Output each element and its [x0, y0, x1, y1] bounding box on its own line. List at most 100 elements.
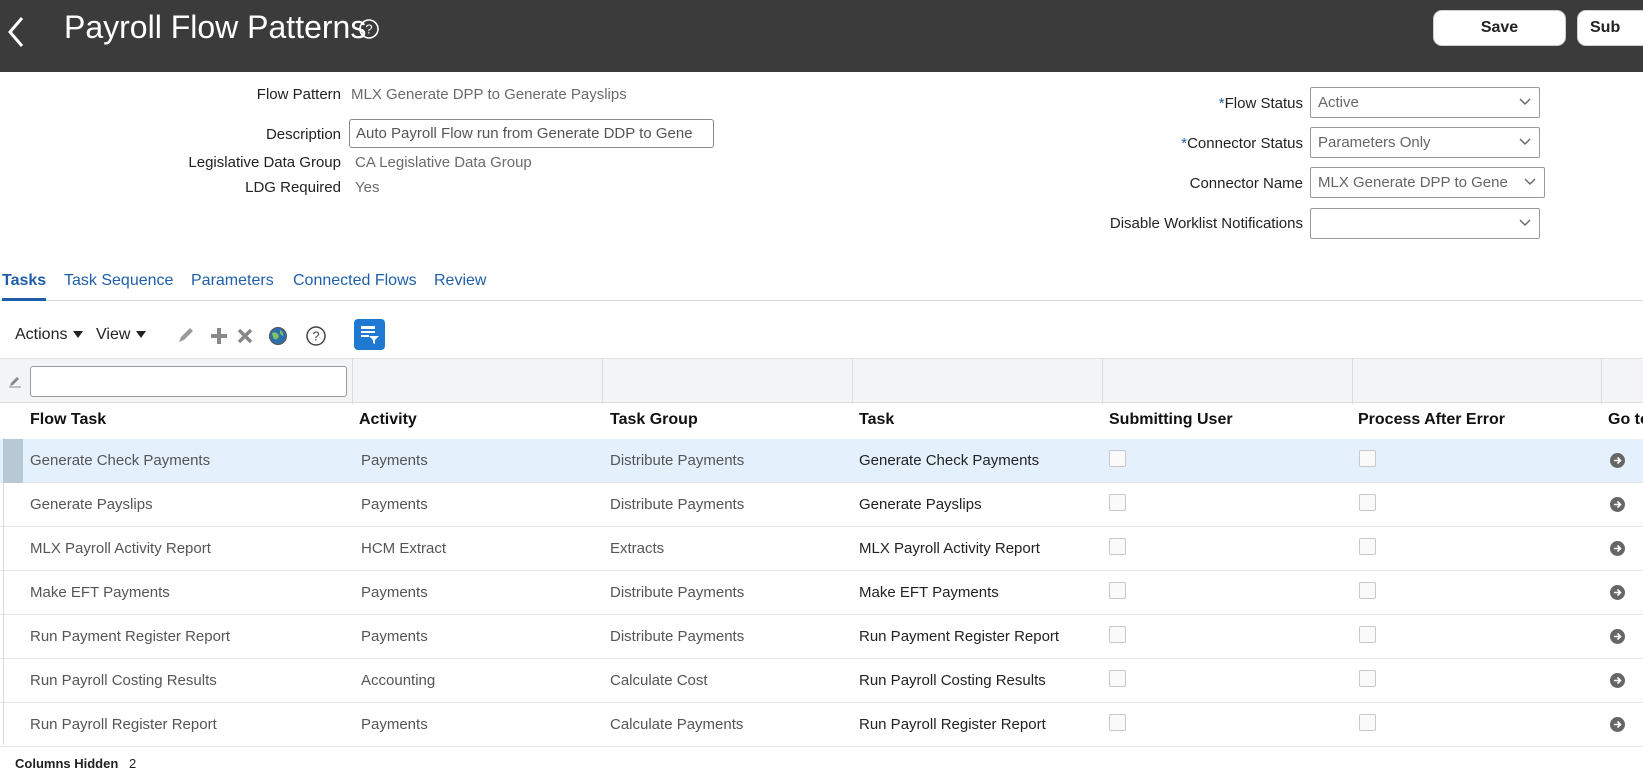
- save-button[interactable]: Save: [1433, 10, 1566, 46]
- activity-cell: Payments: [361, 452, 428, 469]
- flow-task-filter-input[interactable]: [30, 366, 347, 397]
- column-divider: [602, 359, 603, 404]
- process-after-error-checkbox[interactable]: [1359, 538, 1376, 555]
- connector-name-select[interactable]: MLX Generate DPP to Gene: [1310, 167, 1545, 198]
- submitting-user-checkbox[interactable]: [1109, 582, 1126, 599]
- column-header-task-group[interactable]: Task Group: [610, 411, 698, 429]
- column-divider: [1601, 359, 1602, 404]
- connector-status-label: *Connector Status: [1181, 135, 1303, 152]
- go-to-arrow-icon[interactable]: [1609, 716, 1626, 733]
- table-row[interactable]: Generate Check Payments Payments Distrib…: [0, 439, 1643, 483]
- flow-task-cell: Run Payment Register Report: [30, 628, 231, 645]
- chevron-down-icon: [1519, 138, 1531, 145]
- ldg-required-value: Yes: [355, 179, 380, 196]
- column-header-go-to[interactable]: Go to: [1608, 411, 1643, 429]
- tab-parameters[interactable]: Parameters: [191, 272, 274, 298]
- activity-cell: Payments: [361, 584, 428, 601]
- ldg-required-label: LDG Required: [245, 179, 341, 196]
- task-cell: Run Payment Register Report: [859, 628, 1060, 645]
- submitting-user-checkbox[interactable]: [1109, 494, 1126, 511]
- go-to-arrow-icon[interactable]: [1609, 496, 1626, 513]
- page-header: Payroll Flow Patterns ? Save Sub: [0, 0, 1643, 72]
- help-icon[interactable]: ?: [304, 324, 328, 348]
- flow-task-cell: Generate Payslips: [30, 496, 153, 513]
- chevron-down-icon: [1524, 178, 1536, 185]
- edit-icon[interactable]: [174, 324, 198, 348]
- task-cell: Run Payroll Register Report: [859, 716, 1046, 733]
- column-header-process-after-error[interactable]: Process After Error: [1358, 411, 1505, 429]
- tab-review[interactable]: Review: [434, 272, 486, 298]
- column-divider: [852, 359, 853, 404]
- task-cell: Run Payroll Costing Results: [859, 672, 1046, 689]
- tab-task-sequence[interactable]: Task Sequence: [64, 272, 173, 298]
- go-to-arrow-icon[interactable]: [1609, 452, 1626, 469]
- disable-worklist-select[interactable]: [1310, 208, 1540, 239]
- column-divider: [352, 359, 353, 404]
- process-after-error-checkbox[interactable]: [1359, 670, 1376, 687]
- back-arrow-icon[interactable]: [4, 10, 30, 54]
- submitting-user-checkbox[interactable]: [1109, 714, 1126, 731]
- globe-icon[interactable]: [266, 324, 290, 348]
- activity-cell: Accounting: [361, 672, 436, 689]
- svg-text:?: ?: [365, 22, 372, 37]
- task-group-cell: Calculate Payments: [610, 716, 744, 733]
- go-to-arrow-icon[interactable]: [1609, 628, 1626, 645]
- connector-status-select[interactable]: Parameters Only: [1310, 127, 1540, 158]
- delete-icon[interactable]: [233, 324, 257, 348]
- task-group-cell: Distribute Payments: [610, 452, 745, 469]
- submitting-user-checkbox[interactable]: [1109, 670, 1126, 687]
- table-row[interactable]: Run Payroll Register Report Payments Cal…: [0, 703, 1643, 747]
- add-icon[interactable]: [207, 324, 231, 348]
- process-after-error-checkbox[interactable]: [1359, 714, 1376, 731]
- process-after-error-checkbox[interactable]: [1359, 582, 1376, 599]
- connector-name-label: Connector Name: [1189, 175, 1303, 192]
- flow-task-cell: Generate Check Payments: [30, 452, 211, 469]
- columns-hidden-label: Columns Hidden: [15, 756, 119, 771]
- submitting-user-checkbox[interactable]: [1109, 626, 1126, 643]
- process-after-error-checkbox[interactable]: [1359, 450, 1376, 467]
- description-input[interactable]: Auto Payroll Flow run from Generate DDP …: [349, 119, 714, 148]
- table-row[interactable]: Make EFT Payments Payments Distribute Pa…: [0, 571, 1643, 615]
- tab-bar: Tasks Task Sequence Parameters Connected…: [0, 268, 1643, 301]
- page-title: Payroll Flow Patterns: [64, 9, 367, 45]
- connector-status-value: Parameters Only: [1318, 134, 1431, 151]
- table-row[interactable]: Generate Payslips Payments Distribute Pa…: [0, 483, 1643, 527]
- view-menu[interactable]: View: [96, 326, 147, 344]
- chevron-down-icon: [1519, 98, 1531, 105]
- submit-button[interactable]: Sub: [1577, 10, 1643, 46]
- activity-cell: Payments: [361, 716, 428, 733]
- activity-cell: Payments: [361, 628, 428, 645]
- task-cell: MLX Payroll Activity Report: [859, 540, 1040, 557]
- actions-menu[interactable]: Actions: [15, 326, 84, 344]
- submitting-user-checkbox[interactable]: [1109, 538, 1126, 555]
- go-to-arrow-icon[interactable]: [1609, 584, 1626, 601]
- flow-status-select[interactable]: Active: [1310, 87, 1540, 118]
- column-header-flow-task[interactable]: Flow Task: [30, 411, 106, 429]
- table-row[interactable]: Run Payroll Costing Results Accounting C…: [0, 659, 1643, 703]
- process-after-error-checkbox[interactable]: [1359, 494, 1376, 511]
- columns-hidden-value: 2: [129, 756, 137, 771]
- process-after-error-checkbox[interactable]: [1359, 626, 1376, 643]
- task-group-cell: Distribute Payments: [610, 496, 745, 513]
- go-to-arrow-icon[interactable]: [1609, 540, 1626, 557]
- submitting-user-checkbox[interactable]: [1109, 450, 1126, 467]
- column-header-submitting-user[interactable]: Submitting User: [1109, 411, 1233, 429]
- row-selected-indicator: [3, 439, 23, 483]
- flow-status-label: *Flow Status: [1219, 95, 1303, 112]
- go-to-arrow-icon[interactable]: [1609, 672, 1626, 689]
- task-group-cell: Distribute Payments: [610, 584, 745, 601]
- svg-text:?: ?: [312, 329, 319, 344]
- column-header-activity[interactable]: Activity: [359, 411, 417, 429]
- flow-task-cell: Run Payroll Costing Results: [30, 672, 217, 689]
- table-row[interactable]: Run Payment Register Report Payments Dis…: [0, 615, 1643, 659]
- task-group-cell: Calculate Cost: [610, 672, 708, 689]
- connector-status-label-text: Connector Status: [1187, 135, 1303, 152]
- table-row[interactable]: MLX Payroll Activity Report HCM Extract …: [0, 527, 1643, 571]
- help-icon[interactable]: ?: [358, 18, 380, 40]
- tab-connected-flows[interactable]: Connected Flows: [293, 272, 417, 298]
- tab-tasks[interactable]: Tasks: [2, 272, 47, 301]
- ldg-value: CA Legislative Data Group: [355, 154, 532, 171]
- column-header-task[interactable]: Task: [859, 411, 894, 429]
- description-label: Description: [265, 126, 341, 143]
- query-by-example-button[interactable]: [354, 319, 385, 350]
